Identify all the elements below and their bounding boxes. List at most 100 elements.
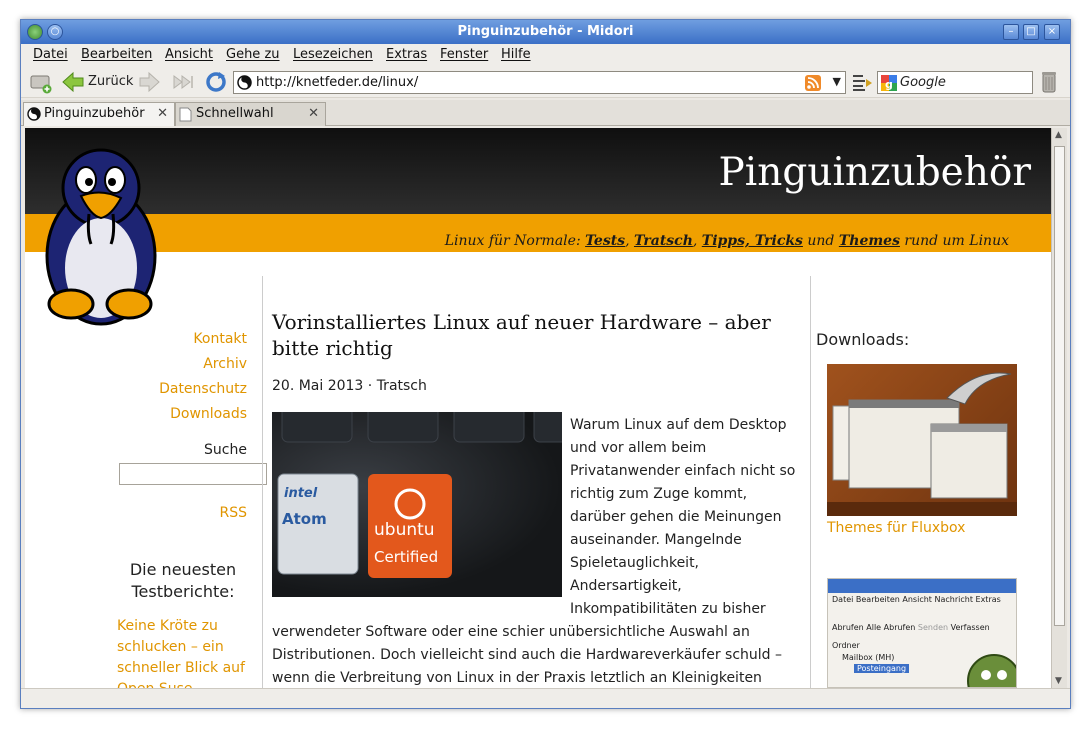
nav-link-kontakt[interactable]: Kontakt — [193, 331, 247, 347]
fluxbox-theme-thumbnail[interactable] — [827, 364, 1017, 516]
tagline-link-themes[interactable]: Themes — [839, 233, 900, 249]
site-favicon-icon — [237, 75, 252, 90]
article-meta: 20. Mai 2013 · Tratsch — [272, 378, 427, 394]
menu-bearbeiten[interactable]: Bearbeiten — [81, 47, 152, 62]
trash-icon[interactable] — [1041, 70, 1057, 94]
web-search-engine-icon[interactable] — [851, 72, 873, 92]
mascot-icon — [967, 654, 1016, 687]
tab-pinguinzubehoer[interactable]: Pinguinzubehör ✕ — [23, 102, 175, 126]
right-sidebar: Downloads: Themes für Fluxbox Datei Bear — [811, 252, 1051, 688]
thumb-menu: Datei Bearbeiten Ansicht Nachricht Extra… — [832, 595, 1001, 604]
browser-window: ○ Pinguinzubehör - Midori – □ × Datei Be… — [20, 19, 1071, 709]
menu-ansicht[interactable]: Ansicht — [165, 47, 213, 62]
mail-client-thumbnail[interactable]: Datei Bearbeiten Ansicht Nachricht Extra… — [827, 578, 1017, 688]
thumb-menu-item: Extras — [975, 595, 1001, 604]
thumb-mailbox: Mailbox (MH) — [842, 653, 895, 662]
intel-badge-text: intel — [284, 486, 318, 501]
thumb-button: Alle Abrufen — [866, 623, 916, 632]
thumb-toolbar: Abrufen Alle Abrufen Senden Verfassen — [832, 623, 990, 632]
navigation-toolbar: Zurück http://knetfeder.de/linux/ ▼ g Go… — [21, 66, 1070, 98]
thumb-folder-header: Ordner — [832, 641, 860, 650]
thumb-menu-item: Bearbeiten — [855, 595, 900, 604]
url-bar[interactable]: http://knetfeder.de/linux/ ▼ — [233, 71, 846, 94]
tab-bar: Pinguinzubehör ✕ Schnellwahl ✕ — [21, 100, 1070, 126]
blank-page-icon — [179, 107, 192, 122]
menu-hilfe[interactable]: Hilfe — [501, 47, 531, 62]
tagline-link-tipps-tricks[interactable]: Tipps, Tricks — [702, 233, 803, 249]
menu-bar: Datei Bearbeiten Ansicht Gehe zu Lesezei… — [21, 44, 1070, 66]
search-placeholder: Google — [900, 75, 946, 90]
article-title[interactable]: Vorinstalliertes Linux auf neuer Hardwar… — [272, 309, 792, 361]
google-icon: g — [881, 75, 897, 91]
window-title: Pinguinzubehör - Midori — [457, 24, 634, 39]
back-button-label[interactable]: Zurück — [88, 74, 133, 89]
tab-schnellwahl[interactable]: Schnellwahl ✕ — [175, 102, 326, 126]
tab-close-icon[interactable]: ✕ — [157, 106, 168, 121]
newest-reviews-heading: Die neuesten Testberichte: — [129, 560, 237, 601]
scroll-down-icon[interactable]: ▼ — [1055, 676, 1062, 686]
menu-fenster[interactable]: Fenster — [440, 47, 488, 62]
thumb-menu-item: Ansicht — [902, 595, 932, 604]
status-bar — [21, 688, 1070, 708]
thumb-menu-item: Datei — [832, 595, 854, 604]
menu-extras[interactable]: Extras — [386, 47, 427, 62]
reload-icon[interactable] — [205, 71, 227, 93]
tagline-prefix: Linux für Normale: — [444, 233, 586, 249]
tagline-link-tratsch[interactable]: Tratsch — [634, 233, 693, 249]
scroll-up-icon[interactable]: ▲ — [1055, 130, 1062, 140]
scroll-thumb[interactable] — [1054, 146, 1065, 626]
search-bar[interactable]: g Google — [877, 71, 1033, 94]
desktop-screenshot — [827, 372, 1017, 516]
left-sidebar: Kontakt Archiv Datenschutz Downloads Suc… — [25, 252, 267, 688]
rss-feed-icon[interactable] — [805, 75, 821, 91]
thumb-menu-item: Nachricht — [934, 595, 973, 604]
tagline-and: und — [802, 233, 839, 249]
menu-datei[interactable]: Datei — [33, 47, 68, 62]
page-viewport: Pinguinzubehör Linux für Normale: Tests,… — [25, 128, 1051, 688]
maximize-button[interactable]: □ — [1023, 24, 1039, 40]
keyboard-photo — [277, 412, 562, 578]
back-arrow-icon[interactable] — [61, 71, 85, 93]
nav-link-datenschutz[interactable]: Datenschutz — [159, 381, 247, 397]
certified-badge-text: Certified — [374, 548, 439, 566]
article-intro-text: Warum Linux auf dem Desktop und vor alle… — [570, 417, 796, 617]
tab-favicon-icon — [27, 107, 41, 121]
new-tab-icon[interactable] — [29, 72, 53, 94]
menu-gehe-zu[interactable]: Gehe zu — [226, 47, 280, 62]
minimize-button[interactable]: – — [1003, 24, 1019, 40]
thumb-button: Abrufen — [832, 623, 864, 632]
thumb-titlebar — [828, 579, 1016, 593]
newest-review-link[interactable]: Keine Kröte zu schlucken – ein schneller… — [117, 616, 249, 688]
article: Vorinstalliertes Linux auf neuer Hardwar… — [272, 252, 808, 688]
ubuntu-badge-text: ubuntu — [374, 520, 435, 540]
site-search-input[interactable] — [119, 463, 267, 485]
thumb-inbox: Posteingang — [854, 664, 910, 673]
atom-badge-text: Atom — [282, 510, 327, 528]
close-window-button[interactable]: × — [1044, 24, 1060, 40]
article-image[interactable]: intel Atom ubuntu Certified — [272, 412, 562, 597]
url-dropdown-icon[interactable]: ▼ — [833, 75, 841, 88]
nav-link-archiv[interactable]: Archiv — [203, 356, 247, 372]
column-divider — [262, 276, 263, 688]
url-text[interactable]: http://knetfeder.de/linux/ — [256, 75, 418, 90]
nav-link-downloads[interactable]: Downloads — [170, 406, 247, 422]
downloads-heading: Downloads: — [816, 330, 910, 349]
thumb-button: Senden — [917, 623, 949, 632]
menu-lesezeichen[interactable]: Lesezeichen — [293, 47, 373, 62]
tagline-suffix: rund um Linux — [899, 233, 1009, 249]
svg-text:g: g — [885, 78, 893, 91]
tab-label: Pinguinzubehör — [44, 106, 145, 121]
search-label: Suche — [204, 442, 247, 458]
tagline-link-tests[interactable]: Tests — [585, 233, 625, 249]
article-body-text: verwendeter Software oder eine schier un… — [272, 624, 782, 686]
vertical-scrollbar[interactable]: ▲ ▼ — [1051, 128, 1067, 688]
tagline-separator: , — [625, 233, 634, 249]
rss-link[interactable]: RSS — [219, 505, 247, 521]
tagline-separator: , — [692, 233, 702, 249]
forward-arrow-icon[interactable] — [139, 71, 161, 93]
site-title[interactable]: Pinguinzubehör — [719, 150, 1031, 195]
themes-fluxbox-link[interactable]: Themes für Fluxbox — [827, 518, 965, 539]
fast-forward-icon[interactable] — [172, 73, 196, 91]
thumb-button: Verfassen — [950, 623, 990, 632]
tab-close-icon[interactable]: ✕ — [308, 106, 319, 121]
